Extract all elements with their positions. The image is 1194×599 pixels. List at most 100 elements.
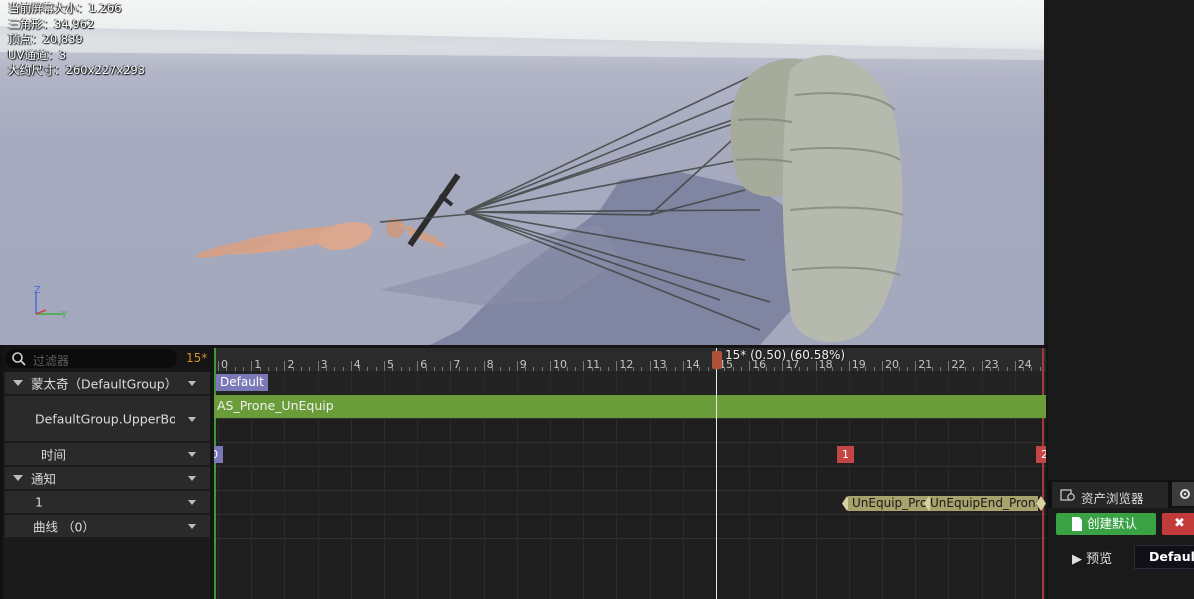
ruler-major-tick	[483, 361, 485, 371]
ruler-major-tick	[550, 361, 551, 371]
new-document-icon	[1072, 517, 1082, 531]
ruler-major-tick	[915, 361, 917, 371]
ruler-minor-tick	[940, 367, 942, 371]
viewport-border	[1044, 0, 1047, 345]
track-dropdown-icon[interactable]	[188, 416, 196, 422]
ruler-major-tick	[583, 361, 585, 371]
ruler-major-tick	[251, 361, 253, 371]
preview-section-dropdown[interactable]: Default	[1134, 545, 1194, 569]
right-side-panel: 资产浏览器 创建默认 ✖ ▶ 预览 Default	[1048, 0, 1194, 599]
viewport-stats: 当前屏幕大小：1.266 三角形：34,962 顶点：20,839 UV通道：3…	[8, 1, 145, 79]
ruler-minor-tick	[591, 367, 593, 371]
ruler-minor-tick	[857, 367, 859, 371]
remove-button[interactable]: ✖	[1162, 513, 1194, 535]
ruler-major-tick	[882, 361, 883, 371]
time-ruler[interactable]: 0 1 2 3 4 5 6 7 8 9 10 11 12 13 14 15 16 17 18 19 20 21 22 23 24	[214, 348, 1046, 371]
ruler-minor-tick	[832, 367, 834, 371]
section-marker-0[interactable]: 0	[214, 446, 223, 463]
ruler-minor-tick	[367, 367, 369, 371]
ruler-minor-tick	[931, 367, 933, 371]
ruler-label: 13	[652, 358, 667, 371]
ruler-major-tick	[682, 361, 684, 371]
settings-tab[interactable]	[1172, 482, 1194, 506]
track-label: 曲线 （0）	[33, 519, 95, 535]
ruler-minor-tick	[641, 367, 643, 371]
ruler-minor-tick	[541, 367, 543, 371]
filter-input[interactable]: 过滤器	[5, 349, 177, 368]
ruler-major-tick	[417, 361, 419, 371]
ruler-minor-tick	[558, 367, 560, 371]
animation-segment-label: AS_Prone_UnEquip	[217, 398, 334, 413]
gear-icon	[1180, 489, 1190, 499]
animation-viewport[interactable]: 当前屏幕大小：1.266 三角形：34,962 顶点：20,839 UV通道：3…	[0, 0, 1047, 345]
ruler-label: 14	[685, 358, 700, 371]
current-frame-display[interactable]: 15*	[186, 351, 207, 365]
ruler-minor-tick	[566, 367, 568, 371]
row-separator	[214, 514, 1046, 515]
ruler-minor-tick	[633, 367, 634, 371]
ruler-minor-tick	[608, 367, 610, 371]
track-dropdown-icon[interactable]	[188, 524, 196, 529]
track-notifies[interactable]: 通知	[5, 467, 210, 489]
track-notify-1[interactable]: 1	[5, 491, 210, 513]
ruler-minor-tick	[865, 367, 867, 371]
track-curves[interactable]: 曲线 （0）	[5, 515, 210, 537]
section-marker-1[interactable]: 1	[837, 446, 854, 463]
playhead-line[interactable]	[716, 348, 717, 599]
collapse-triangle-icon[interactable]	[13, 475, 23, 481]
ruler-minor-tick	[732, 367, 734, 371]
preview-label[interactable]: ▶ 预览	[1072, 548, 1112, 567]
ruler-minor-tick	[309, 367, 311, 371]
axis-gizmo-icon: Z Y	[34, 285, 68, 320]
section-marker-2[interactable]: 2	[1036, 446, 1046, 463]
ruler-minor-tick	[707, 367, 709, 371]
track-dropdown-icon[interactable]	[188, 500, 196, 505]
ruler-major-tick	[317, 361, 319, 371]
notify-unequip-end-prone[interactable]: UnEquipEnd_Prone	[930, 496, 1038, 511]
animation-segment[interactable]: AS_Prone_UnEquip	[214, 395, 1046, 418]
ruler-minor-tick	[923, 367, 925, 371]
ruler-minor-tick	[442, 367, 444, 371]
ruler-minor-tick	[301, 367, 302, 371]
play-icon: ▶	[1072, 552, 1082, 567]
playhead-handle[interactable]	[712, 351, 722, 369]
ruler-label: 11	[586, 358, 601, 371]
create-default-button[interactable]: 创建默认	[1056, 513, 1156, 535]
track-dropdown-icon[interactable]	[188, 476, 196, 481]
tab-asset-browser-label: 资产浏览器	[1081, 491, 1144, 506]
ruler-major-tick	[981, 361, 983, 371]
ruler-minor-tick	[657, 367, 659, 371]
row-separator	[214, 538, 1046, 539]
ruler-major-tick	[284, 361, 286, 371]
notify-unequip-prone[interactable]: UnEquip_Prone	[848, 496, 934, 511]
ruler-major-tick	[384, 361, 385, 371]
ruler-minor-tick	[491, 367, 493, 371]
ruler-minor-tick	[1006, 367, 1008, 371]
ruler-minor-tick	[765, 367, 767, 371]
tab-asset-browser[interactable]: 资产浏览器	[1052, 482, 1168, 508]
ruler-label: 21	[918, 358, 933, 371]
stat-vertices: 顶点：20,839	[8, 32, 83, 47]
montage-section-default[interactable]: Default	[216, 374, 268, 391]
track-dropdown-icon[interactable]	[188, 381, 196, 386]
ruler-minor-tick	[599, 367, 601, 371]
close-icon: ✖	[1174, 516, 1185, 531]
ruler-minor-tick	[234, 367, 236, 371]
track-dropdown-icon[interactable]	[188, 452, 196, 457]
collapse-triangle-icon[interactable]	[13, 380, 23, 386]
timeline-area[interactable]: 0 1 2 3 4 5 6 7 8 9 10 11 12 13 14 15 16 17 18 19 20 21 22 23 24…	[214, 348, 1046, 599]
track-filter-bar: 过滤器 15*	[3, 348, 208, 370]
ruler-major-tick	[948, 361, 950, 371]
ruler-minor-tick	[375, 367, 377, 371]
gizmo-z-label: Z	[34, 285, 41, 296]
ruler-minor-tick	[906, 367, 908, 371]
ruler-major-tick	[848, 361, 850, 371]
ruler-minor-tick	[724, 367, 726, 371]
track-timing[interactable]: 时间	[5, 443, 210, 465]
track-slot-upperbody[interactable]: DefaultGroup.UpperBody	[5, 396, 210, 441]
track-montage[interactable]: 蒙太奇（DefaultGroup）	[5, 372, 210, 394]
ruler-minor-tick	[508, 367, 510, 371]
ruler-minor-tick	[790, 367, 792, 371]
search-icon	[12, 352, 26, 366]
end-marker	[1042, 348, 1044, 599]
